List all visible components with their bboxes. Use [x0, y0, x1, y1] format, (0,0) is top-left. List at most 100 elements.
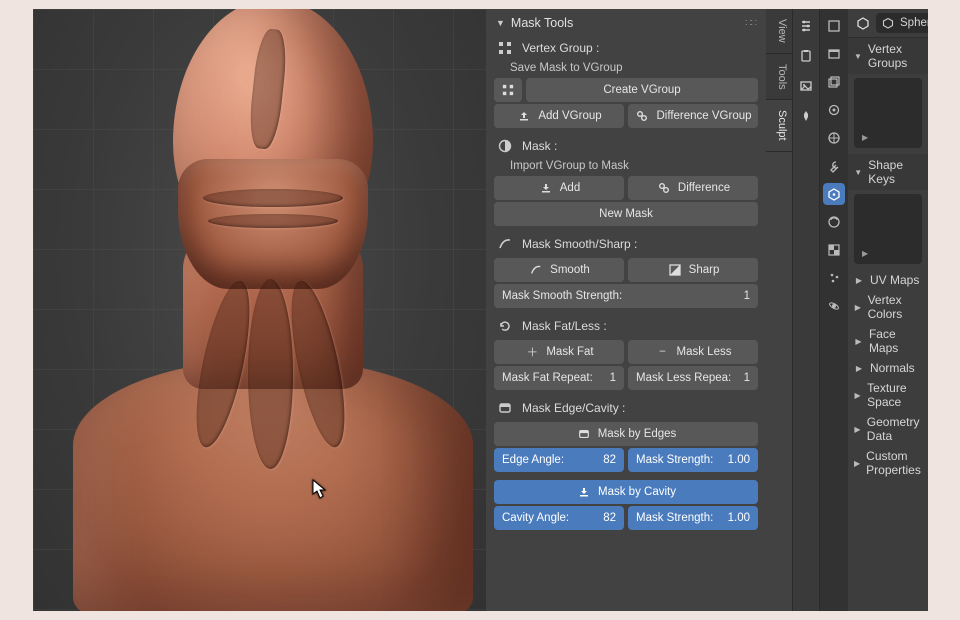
shape-keys-list[interactable]: ▶	[854, 194, 922, 264]
section-edge-cavity-label: Mask Edge/Cavity :	[522, 401, 625, 415]
disclosure-icon: ▼	[496, 18, 505, 28]
shape-keys-header[interactable]: ▼ Shape Keys	[848, 154, 928, 190]
grid-icon	[500, 84, 516, 96]
curve-icon	[528, 264, 544, 276]
refresh-icon	[496, 317, 514, 335]
properties-tab-column	[820, 9, 848, 611]
cavity-mask-strength-field[interactable]: Mask Strength: 1.00	[628, 506, 758, 530]
texture-tab-icon[interactable]	[823, 239, 845, 261]
face-maps-label: Face Maps	[869, 327, 922, 355]
download-icon	[538, 182, 554, 194]
curve-icon	[496, 235, 514, 253]
edge-angle-field[interactable]: Edge Angle: 82	[494, 448, 624, 472]
n-panel: View Tools Sculpt ▼ Mask Tools ∷∷ Vertex…	[486, 9, 792, 611]
vertex-groups-header[interactable]: ▼ Vertex Groups	[848, 38, 928, 74]
physics-tab-icon[interactable]	[823, 295, 845, 317]
texture-space-label: Texture Space	[867, 381, 922, 409]
minus-icon: −	[655, 346, 671, 358]
chevron-right-icon: ▶	[854, 276, 864, 285]
viewport-3d[interactable]	[33, 9, 486, 611]
vertex-groups-list[interactable]: ▶	[854, 78, 922, 148]
mask-subtitle: Import VGroup to Mask	[494, 158, 758, 174]
normals-label: Normals	[870, 361, 915, 375]
section-smooth-sharp-label: Mask Smooth/Sharp :	[522, 237, 637, 251]
mask-fat-button[interactable]: ＋ Mask Fat	[494, 340, 624, 364]
normals-item[interactable]: ▶Normals	[848, 358, 928, 378]
geometry-data-item[interactable]: ▶ Geometry Data	[848, 412, 928, 446]
cavity-angle-field[interactable]: Cavity Angle: 82	[494, 506, 624, 530]
chevron-down-icon: ▼	[854, 52, 862, 61]
shape-keys-label: Shape Keys	[868, 158, 922, 186]
particles-tab-icon[interactable]	[823, 267, 845, 289]
add-vgroup-button[interactable]: Add VGroup	[494, 104, 624, 128]
npanel-tab-view[interactable]: View	[766, 9, 792, 54]
mask-difference-button[interactable]: Difference	[628, 176, 758, 200]
difference-vgroup-button[interactable]: Difference VGroup	[628, 104, 758, 128]
section-fat-less: Mask Fat/Less :	[494, 314, 758, 338]
options-icon[interactable]	[795, 15, 817, 37]
chevron-down-icon: ▼	[854, 168, 862, 177]
chain-icon	[634, 110, 650, 122]
section-vertex-group-label: Vertex Group :	[522, 41, 599, 55]
edge-mask-strength-field[interactable]: Mask Strength: 1.00	[628, 448, 758, 472]
chevron-right-icon: ▶	[854, 459, 860, 468]
vertex-colors-item[interactable]: ▶Vertex Colors	[848, 290, 928, 324]
panel-title: Mask Tools	[511, 16, 573, 30]
mask-less-button[interactable]: − Mask Less	[628, 340, 758, 364]
circle-half-icon	[496, 137, 514, 155]
chain-icon	[656, 182, 672, 194]
image-icon[interactable]	[795, 75, 817, 97]
chevron-right-icon: ▶	[854, 391, 861, 400]
render-tab-icon[interactable]	[823, 15, 845, 37]
mask-by-edges-button[interactable]: Mask by Edges	[494, 422, 758, 446]
object-name-field[interactable]: Sphere	[876, 13, 928, 33]
face-maps-item[interactable]: ▶Face Maps	[848, 324, 928, 358]
vertex-group-subtitle: Save Mask to VGroup	[494, 60, 758, 76]
grid-icon	[496, 39, 514, 57]
custom-properties-label: Custom Properties	[866, 449, 922, 477]
less-repeat-field[interactable]: Mask Less Repea: 1	[628, 366, 758, 390]
material-tab-icon[interactable]	[823, 211, 845, 233]
chevron-right-icon: ▶	[862, 249, 868, 258]
uv-maps-label: UV Maps	[870, 273, 919, 287]
texture-space-item[interactable]: ▶ Texture Space	[848, 378, 928, 412]
wrench-icon[interactable]	[823, 155, 845, 177]
smooth-button[interactable]: Smooth	[494, 258, 624, 282]
upload-icon	[516, 110, 532, 122]
smooth-strength-field[interactable]: Mask Smooth Strength: 1	[494, 284, 758, 308]
panel-title-row[interactable]: ▼ Mask Tools ∷∷	[494, 13, 758, 36]
drag-handle-icon[interactable]: ∷∷	[745, 18, 756, 29]
section-mask-label: Mask :	[522, 139, 557, 153]
world-tab-icon[interactable]	[823, 127, 845, 149]
invert-square-icon	[667, 264, 683, 276]
mesh-icon	[882, 17, 894, 29]
mesh-data-icon	[856, 14, 870, 32]
geometry-data-label: Geometry Data	[867, 415, 922, 443]
panel-icon	[496, 399, 514, 417]
chevron-right-icon: ▶	[862, 133, 868, 142]
section-edge-cavity: Mask Edge/Cavity :	[494, 396, 758, 420]
clipboard-icon[interactable]	[795, 45, 817, 67]
fat-repeat-field[interactable]: Mask Fat Repeat: 1	[494, 366, 624, 390]
vertex-groups-label: Vertex Groups	[868, 42, 922, 70]
chevron-right-icon: ▶	[854, 425, 861, 434]
output-tab-icon[interactable]	[823, 43, 845, 65]
sculpt-mesh	[83, 9, 453, 611]
viewlayer-tab-icon[interactable]	[823, 71, 845, 93]
custom-properties-item[interactable]: ▶ Custom Properties	[848, 446, 928, 480]
panel-icon	[576, 428, 592, 440]
scene-tab-icon[interactable]	[823, 99, 845, 121]
mask-add-button[interactable]: Add	[494, 176, 624, 200]
pin-icon[interactable]	[795, 105, 817, 127]
mask-by-cavity-button[interactable]: Mask by Cavity	[494, 480, 758, 504]
npanel-tab-sculpt[interactable]: Sculpt	[766, 100, 792, 152]
object-name-text: Sphere	[900, 17, 928, 29]
sharp-button[interactable]: Sharp	[628, 258, 758, 282]
vgroup-grid-button[interactable]	[494, 78, 522, 102]
mesh-data-tab-icon[interactable]	[823, 183, 845, 205]
uv-maps-item[interactable]: ▶ UV Maps	[848, 270, 928, 290]
create-vgroup-button[interactable]: Create VGroup	[526, 78, 758, 102]
header-tool-column	[792, 9, 820, 611]
npanel-tab-tools[interactable]: Tools	[766, 54, 792, 101]
new-mask-button[interactable]: New Mask	[494, 202, 758, 226]
